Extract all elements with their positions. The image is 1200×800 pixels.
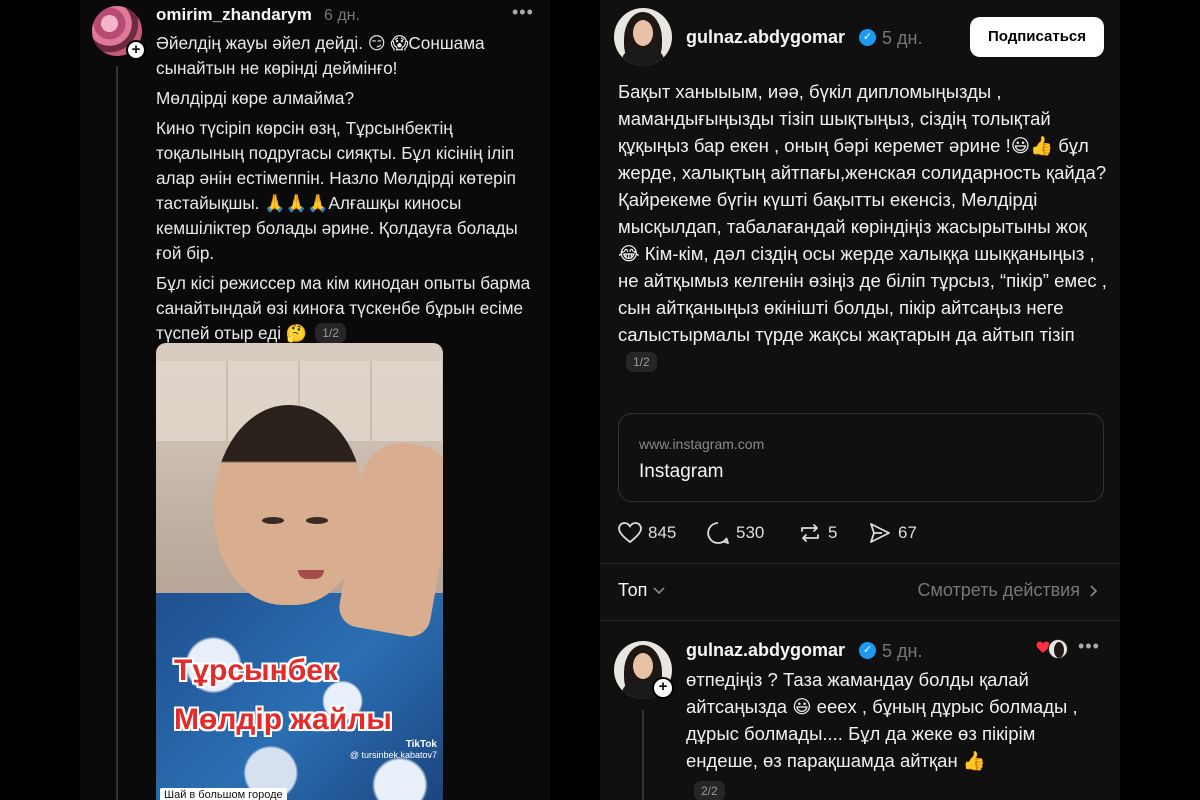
chevron-right-icon: [1090, 584, 1098, 597]
sort-dropdown[interactable]: Топ: [618, 580, 665, 601]
repost-button[interactable]: 5: [798, 519, 837, 547]
thread-line: [116, 66, 118, 800]
tiktok-handle: @ tursinbek.kabatov7: [349, 750, 437, 760]
send-icon: [870, 523, 890, 543]
post-paragraph: Кино түсіріп көрсін өзң, Тұрсынбектің то…: [156, 118, 518, 263]
post-text: Әйелдің жауы әйел дейді. 😏 😱Соншама сына…: [156, 31, 544, 351]
verified-badge-icon: ✓: [859, 642, 876, 659]
comment-count: 530: [736, 523, 765, 542]
video-eye: [306, 517, 328, 524]
page-indicator: 1/2: [315, 323, 346, 343]
post-paragraph: Бұл кісі режиссер ма кім кинодан опыты б…: [156, 271, 544, 346]
left-post-panel: + omirim_zhandarym 6 дн. ••• Әйелдің жау…: [80, 0, 550, 800]
divider: [600, 563, 1120, 564]
video-caption: Шай в большом городе: [160, 788, 287, 800]
post-time: 5 дн.: [882, 28, 923, 48]
share-button[interactable]: 67: [868, 519, 917, 547]
tiktok-brand: TikTok: [405, 739, 437, 750]
like-count: 845: [648, 523, 677, 542]
video-title-line1: Тұрсынбек: [174, 654, 338, 687]
chevron-down-icon: [653, 586, 665, 594]
avatar-body: [622, 48, 664, 66]
post-text: Бақыт ханыыым, иәә, бүкіл дипломыңызды ,…: [618, 78, 1108, 375]
post-paragraph: Мөлдірді көре алмайма?: [156, 88, 355, 108]
video-title-line2: Мөлдір жайлы: [174, 703, 392, 736]
video-eye: [262, 517, 284, 524]
follow-plus-icon[interactable]: +: [652, 677, 674, 699]
video-person: [214, 405, 364, 605]
follow-plus-icon[interactable]: +: [126, 40, 146, 60]
post-text-body: Бақыт ханыыым, иәә, бүкіл дипломыңызды ,…: [618, 81, 1107, 345]
tiktok-watermark: TikTok @ tursinbek.kabatov7: [350, 739, 437, 761]
verified-badge-icon: ✓: [859, 29, 876, 46]
more-options-icon[interactable]: •••: [1078, 636, 1100, 657]
more-options-icon[interactable]: •••: [512, 2, 534, 23]
post-time: 6 дн.: [324, 7, 360, 24]
post-username[interactable]: gulnaz.abdygomar: [686, 27, 845, 48]
reply-time: 5 дн.: [882, 641, 923, 661]
avatar[interactable]: [614, 8, 672, 66]
subscribe-button[interactable]: Подписаться: [970, 17, 1104, 57]
page-indicator: 1/2: [626, 352, 657, 372]
activity-label: Смотреть действия: [917, 580, 1080, 600]
comment-icon: [707, 522, 729, 544]
liker-avatar: [1048, 639, 1068, 659]
heart-icon: [618, 522, 642, 544]
post-username[interactable]: omirim_zhandarym: [156, 5, 312, 25]
repost-icon: [801, 524, 819, 542]
sort-label: Топ: [618, 580, 648, 600]
reply-text: өтпедіңіз ? Таза жамандау болды қалай ай…: [686, 669, 1078, 771]
post-paragraph: Әйелдің жауы әйел дейді. 😏 😱Соншама сына…: [156, 33, 485, 78]
comment-button[interactable]: 530: [706, 519, 764, 547]
view-activity-link[interactable]: Смотреть действия: [918, 580, 1098, 601]
share-count: 67: [898, 523, 917, 542]
avatar-face: [633, 20, 653, 46]
like-button[interactable]: 845: [618, 519, 676, 547]
right-post-panel: gulnaz.abdygomar ✓ 5 дн. Подписаться Бақ…: [600, 0, 1120, 800]
page-indicator: 2/2: [694, 781, 725, 800]
divider: [600, 620, 1120, 621]
video-mouth: [298, 570, 324, 579]
link-title: Instagram: [639, 461, 724, 482]
repost-count: 5: [828, 523, 838, 542]
avatar-face: [633, 653, 653, 679]
link-preview-card[interactable]: www.instagram.com Instagram: [618, 413, 1104, 502]
link-domain: www.instagram.com: [639, 436, 765, 452]
reply-username[interactable]: gulnaz.abdygomar: [686, 640, 845, 661]
video-thumbnail[interactable]: Тұрсынбек Мөлдір жайлы TikTok @ tursinbe…: [156, 343, 443, 800]
thread-line: [642, 710, 644, 800]
